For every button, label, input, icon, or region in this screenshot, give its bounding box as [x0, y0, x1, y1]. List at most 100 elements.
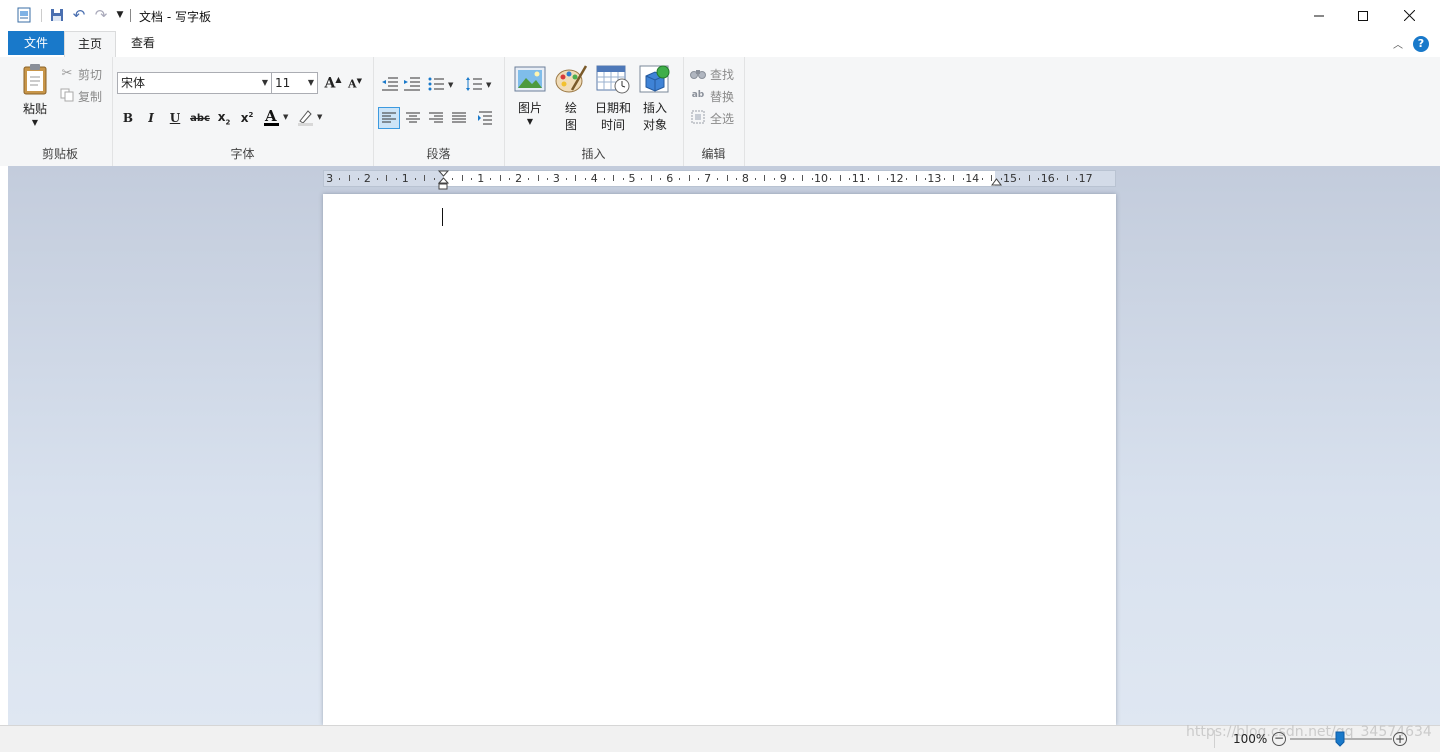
customize-qat-chevron-down-icon[interactable]: ▼	[112, 7, 128, 23]
strikethrough-button[interactable]: abc	[189, 107, 211, 129]
replace-button[interactable]: 替换	[710, 88, 734, 105]
align-right-button[interactable]	[425, 107, 447, 129]
ruler-dot	[906, 178, 908, 180]
ruler-dot	[395, 178, 397, 180]
paste-icon	[23, 64, 47, 95]
paragraph-settings-button[interactable]	[474, 107, 496, 129]
ruler-dot	[1019, 178, 1021, 180]
align-left-button[interactable]	[378, 107, 400, 129]
redo-icon[interactable]: ↷	[93, 6, 109, 24]
ruler-half-tick	[839, 175, 841, 181]
paste-label: 粘贴	[22, 102, 47, 116]
ruler-dot	[811, 178, 813, 180]
document-page[interactable]	[323, 194, 1116, 725]
line-spacing-button[interactable]: ▼	[465, 73, 497, 95]
ruler-dot	[490, 178, 492, 180]
ruler-number: 3	[552, 172, 560, 185]
left-indent-marker[interactable]	[438, 183, 449, 191]
ruler-half-tick	[764, 175, 766, 181]
svg-text:▼: ▼	[317, 113, 323, 121]
italic-button[interactable]: I	[140, 107, 162, 129]
status-separator	[1214, 730, 1215, 748]
find-button[interactable]: 查找	[710, 66, 734, 83]
insert-group: 图片 ▼ 绘 图 日期和 时间 插入 对象 插入	[504, 57, 684, 166]
shrink-font-icon: A▼	[348, 75, 362, 91]
paint-palette-icon	[555, 65, 588, 93]
ruler-dot	[584, 178, 586, 180]
ruler-number: 13	[927, 172, 942, 185]
ruler-number: 17	[1078, 172, 1093, 185]
wordpad-app-icon[interactable]	[16, 7, 32, 23]
insert-datetime-button[interactable]: 日期和 时间	[594, 64, 632, 134]
font-family-select[interactable]: 宋体 ▼	[117, 72, 272, 94]
picture-chevron-down-icon: ▼	[526, 117, 534, 126]
font-color-button[interactable]: A ▼	[262, 106, 292, 128]
insert-picture-button[interactable]: 图片 ▼	[512, 64, 548, 134]
maximize-button[interactable]	[1340, 0, 1386, 31]
select-all-button[interactable]: 全选	[710, 110, 734, 127]
align-left-icon	[382, 112, 396, 123]
zoom-in-button[interactable]: +	[1393, 732, 1407, 746]
horizontal-ruler[interactable]: 3 2 1 1 2 3 4 5 6 7 8 9 10 11 12 13 14 15 16 17	[323, 170, 1116, 190]
grow-font-button[interactable]: A▲	[322, 72, 344, 94]
tab-file[interactable]: 文件	[8, 31, 64, 55]
ruler-dot	[546, 178, 548, 180]
paint-drawing-button[interactable]: 绘 图	[554, 64, 588, 134]
ruler-half-tick	[802, 175, 804, 181]
font-size-select[interactable]: 11 ▼	[271, 72, 318, 94]
cut-icon[interactable]: ✂	[59, 65, 75, 81]
picture-icon	[514, 66, 546, 92]
svg-text:▼: ▼	[448, 81, 454, 89]
align-center-button[interactable]	[402, 107, 424, 129]
save-icon[interactable]	[49, 7, 65, 23]
object-label-line2: 对象	[642, 118, 667, 132]
shrink-font-button[interactable]: A▼	[344, 72, 366, 94]
copy-icon[interactable]	[59, 87, 75, 103]
tab-view[interactable]: 查看	[116, 31, 170, 57]
font-size-value: 11	[275, 76, 291, 90]
justify-icon	[452, 112, 466, 123]
close-button[interactable]	[1386, 0, 1432, 31]
increase-indent-button[interactable]	[401, 73, 423, 95]
ruler-dot	[414, 178, 416, 180]
decrease-indent-button[interactable]	[379, 73, 401, 95]
grow-font-icon: A▲	[324, 74, 342, 92]
ruler-dot	[339, 178, 341, 180]
maximize-icon	[1358, 10, 1368, 21]
paste-button[interactable]: 粘贴 ▼	[16, 63, 54, 135]
highlight-color-button[interactable]: ▼	[296, 106, 326, 128]
ruler-half-tick	[348, 175, 350, 181]
help-icon[interactable]: ?	[1413, 36, 1429, 52]
cut-button[interactable]: 剪切	[78, 66, 102, 83]
right-indent-marker[interactable]	[991, 176, 1002, 186]
bold-icon: B	[122, 111, 134, 125]
ruler-half-tick	[386, 175, 388, 181]
insert-group-label: 插入	[581, 147, 606, 161]
bold-button[interactable]: B	[117, 107, 139, 129]
ruler-dot	[830, 178, 832, 180]
ruler-dot	[528, 178, 530, 180]
underline-button[interactable]: U	[164, 107, 186, 129]
zoom-out-button[interactable]: −	[1272, 732, 1286, 746]
superscript-button[interactable]: x2	[236, 107, 258, 129]
ruler-dot	[622, 178, 624, 180]
justify-button[interactable]	[448, 107, 470, 129]
ruler-half-tick	[424, 175, 426, 181]
paragraph-group-label: 段落	[426, 147, 451, 161]
ribbon-tabs: 文件 主页 查看 ︿ ?	[0, 31, 1440, 58]
copy-button[interactable]: 复制	[78, 88, 102, 105]
collapse-ribbon-chevron-up-icon[interactable]: ︿	[1393, 36, 1403, 51]
minimize-button[interactable]	[1296, 0, 1342, 31]
font-group: 宋体 ▼ 11 ▼ A▲ A▼ B I U abc x2 x2 A ▼ ▼ 字体	[112, 57, 374, 166]
bullets-button[interactable]: ▼	[427, 73, 459, 95]
tab-home[interactable]: 主页	[64, 31, 116, 58]
ruler-dot	[679, 178, 681, 180]
subscript-button[interactable]: x2	[213, 107, 235, 129]
ruler-dot	[962, 178, 964, 180]
ruler-number: 4	[590, 172, 598, 185]
ruler-number: 14	[965, 172, 980, 185]
paste-chevron-down-icon[interactable]: ▼	[16, 118, 54, 127]
undo-icon[interactable]: ↶	[71, 6, 87, 24]
insert-object-button[interactable]: 插入 对象	[637, 64, 673, 134]
zoom-slider-thumb[interactable]	[1335, 731, 1345, 747]
